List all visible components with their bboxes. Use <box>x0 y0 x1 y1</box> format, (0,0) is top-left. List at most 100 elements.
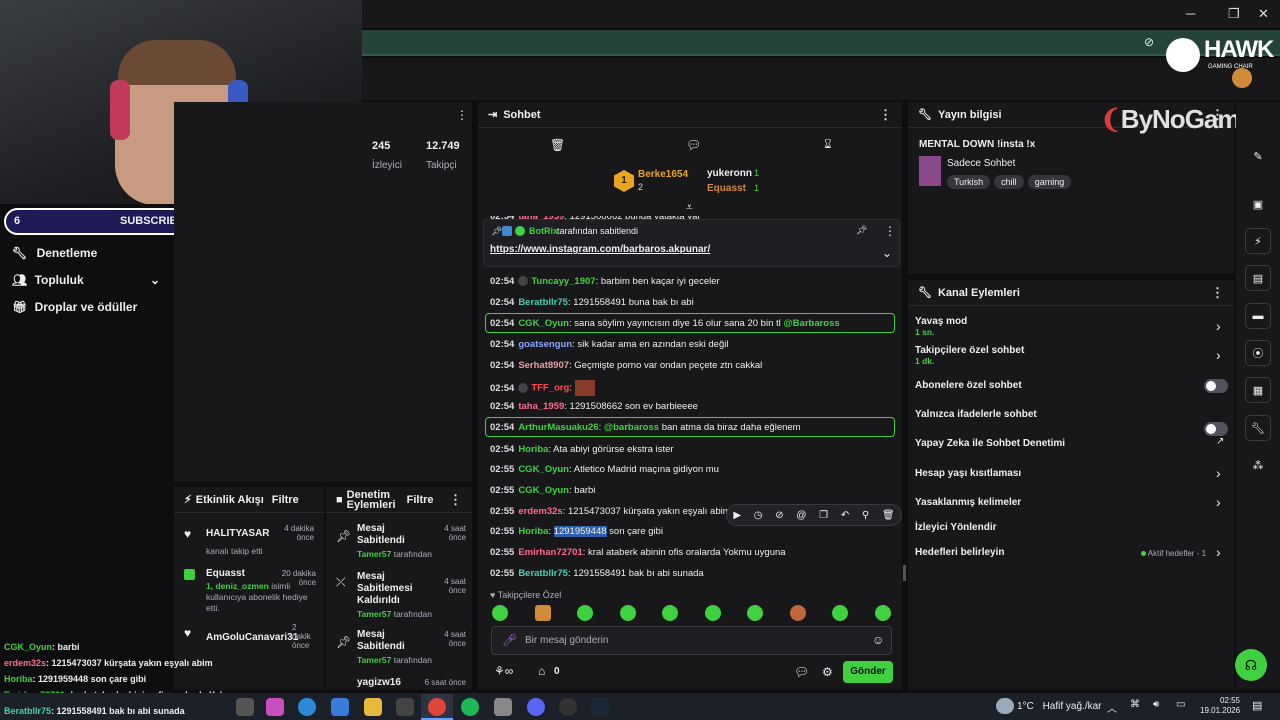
mod-user[interactable]: Tamer57 <box>357 549 391 559</box>
chat-message[interactable]: 02:54 Beratbllr75: 1291558491 buna bak bı… <box>490 297 694 308</box>
notification-icon[interactable]: ▤ <box>1252 699 1262 712</box>
raid-item[interactable]: İzleyici Yönlendir <box>915 522 997 533</box>
slow-mode-item[interactable]: Yavaş mod 1 sn. <box>915 316 967 337</box>
wrench-icon[interactable]: 🔧︎ <box>1245 415 1271 441</box>
edge-icon[interactable] <box>298 698 316 716</box>
leaderboard-user[interactable]: yukeronn <box>707 168 752 179</box>
grid-icon[interactable]: ▦ <box>1245 377 1271 403</box>
emoji-icon[interactable]: ☺ <box>872 633 884 647</box>
chat-username[interactable]: CGK_Oyun <box>518 318 569 329</box>
chat-username[interactable]: Tuncayy_1907 <box>531 276 595 287</box>
weather[interactable]: 1°C Hafif yağ./kar <box>1017 701 1102 712</box>
chat-username[interactable]: CGK_Oyun <box>518 485 569 496</box>
leaderboard-user[interactable]: Berke1654 <box>638 169 688 180</box>
chat-username[interactable]: Beratbllr75 <box>518 297 568 308</box>
chat-username[interactable]: goatsengun <box>518 339 572 350</box>
avatar[interactable] <box>1232 68 1252 88</box>
chat-message[interactable]: 02:55 CGK_Oyun: Atletico Madrid maçına gi… <box>490 464 719 475</box>
clock-icon[interactable]: ◷ <box>754 510 763 521</box>
scrollbar-thumb[interactable] <box>903 565 906 581</box>
copy-icon[interactable]: ❐ <box>819 510 828 521</box>
emote-5[interactable] <box>662 605 678 621</box>
chat-message[interactable]: 02:54 goatsengun: sik kadar ama en azında… <box>490 339 728 350</box>
chat-username[interactable]: CGK_Oyun <box>518 464 569 475</box>
eye-off-icon[interactable]: ⊘ <box>1144 35 1154 49</box>
chat-message[interactable]: 02:54 CGK_Oyun: sana söylim yayıncısın di… <box>490 318 840 329</box>
emote-2[interactable] <box>535 605 551 621</box>
chat-username[interactable]: Emirhan72701 <box>518 547 582 558</box>
tag[interactable]: Turkish <box>947 175 991 189</box>
chat-username[interactable]: Serhat8907 <box>518 360 569 371</box>
app-icon[interactable] <box>494 698 512 716</box>
send-button[interactable]: Gönder <box>843 661 893 683</box>
chat-username[interactable]: erdem32s <box>518 506 562 517</box>
store-icon[interactable]: ⌂ <box>538 664 545 678</box>
sidebar-item-droplar[interactable]: 🎁︎ Droplar ve ödüller <box>12 300 137 314</box>
discord-icon[interactable] <box>527 698 545 716</box>
chat-username[interactable]: ArthurMasuaku26 <box>518 422 598 433</box>
sidebar-item-denetleme[interactable]: 🔧︎ Denetleme <box>12 246 97 260</box>
mail-icon[interactable] <box>331 698 349 716</box>
minimize-button[interactable]: ─ <box>1186 6 1195 21</box>
microphone-icon[interactable]: 🎤︎ <box>502 633 517 647</box>
gear-icon[interactable]: ⚙ <box>822 665 833 679</box>
subscribers-only-toggle[interactable] <box>1204 379 1228 393</box>
chrome-icon[interactable] <box>428 698 446 716</box>
play-icon[interactable]: ▶ <box>733 510 741 521</box>
tray-chevron-icon[interactable]: ︿ <box>1107 700 1117 715</box>
chat-input[interactable]: 🎤︎ Bir mesaj gönderin ☺ <box>491 626 892 655</box>
chat-message[interactable]: 02:54 Horiba: Ata abiyi görürse ekstra is… <box>490 444 674 455</box>
chat-message[interactable]: 02:54 Tuncayy_1907: barbim ben kaçar iyi … <box>490 276 720 287</box>
emote-1[interactable] <box>492 605 508 621</box>
kebab-icon[interactable]: ⋮ <box>1211 285 1224 301</box>
volume-icon[interactable]: 🔊︎ <box>1153 699 1159 710</box>
activity-filter-button[interactable]: Filtre <box>272 494 299 506</box>
pin-icon[interactable]: ⚲ <box>862 510 869 521</box>
emote-8[interactable] <box>790 605 806 621</box>
ai-moderation-item[interactable]: Yapay Zeka ile Sohbet Denetimi <box>915 438 1065 449</box>
activity-user[interactable]: AmGoluCanavari31 <box>206 632 298 643</box>
chat-message[interactable]: 02:55 erdem32s: 1215473037 kürşata yakın … <box>490 506 731 517</box>
chat-message[interactable]: 02:54 ArthurMasuaku26: @barbaross ban atm… <box>490 422 801 433</box>
chevron-right-icon[interactable]: › <box>1216 494 1221 510</box>
kebab-icon[interactable]: ⋮ <box>884 224 896 238</box>
mention-icon[interactable]: @ <box>796 510 806 521</box>
chevron-right-icon[interactable]: › <box>1216 318 1221 334</box>
tag[interactable]: gaming <box>1027 175 1072 189</box>
taskbar-app-icon[interactable] <box>236 698 254 716</box>
chevron-right-icon[interactable]: › <box>1216 347 1221 363</box>
chat-message[interactable]: 02:55 Horiba: 1291959448 son çare gibi <box>490 526 663 537</box>
pinned-by[interactable]: BotRix <box>529 226 558 236</box>
pencil-icon[interactable]: ✎ <box>1245 143 1271 169</box>
emote-3[interactable] <box>577 605 593 621</box>
kebab-icon[interactable]: ⋮ <box>456 108 468 122</box>
battery-icon[interactable]: ▭ <box>1176 699 1185 710</box>
ban-icon[interactable]: ⊘ <box>775 510 783 521</box>
document-icon[interactable]: ▤ <box>1245 265 1271 291</box>
external-link-icon[interactable]: ↗ <box>1216 436 1224 447</box>
chat-mention[interactable]: @barbaross <box>604 422 659 433</box>
folder-icon[interactable] <box>364 698 382 716</box>
chat-message[interactable]: 02:54 taha_1959: 1291508662 son ev barbie… <box>490 401 698 412</box>
followers-only-item[interactable]: Takipçilere özel sohbet 1 dk. <box>915 345 1024 366</box>
banned-words-item[interactable]: Yasaklanmış kelimeler <box>915 497 1021 508</box>
kebab-icon[interactable]: ⋮ <box>449 492 462 508</box>
chat-username[interactable]: Horiba <box>518 526 548 537</box>
chat-bubble-icon[interactable]: ▬ <box>1245 303 1271 329</box>
moderation-filter-button[interactable]: Filtre <box>407 494 434 506</box>
chat-username[interactable]: Horiba <box>518 444 548 455</box>
mod-user[interactable]: Tamer57 <box>357 655 391 665</box>
chat-mention[interactable]: @Barbaross <box>783 318 839 329</box>
emote-10[interactable] <box>875 605 891 621</box>
kebab-icon[interactable]: ⋮ <box>879 107 892 123</box>
chat-username[interactable]: Beratbllr75 <box>518 568 568 579</box>
close-button[interactable]: ✕ <box>1258 6 1269 22</box>
chevron-down-icon[interactable]: ⌄ <box>882 246 892 260</box>
tag[interactable]: chill <box>994 175 1024 189</box>
trash-icon[interactable]: 🗑︎ <box>882 510 895 521</box>
gift-recipient[interactable]: deniz_ozmen <box>215 581 268 591</box>
leaderboard-user[interactable]: Equasst <box>707 183 746 194</box>
maximize-button[interactable]: ❐ <box>1228 6 1240 22</box>
emote-7[interactable] <box>747 605 763 621</box>
help-button[interactable]: ☊ <box>1235 649 1267 681</box>
